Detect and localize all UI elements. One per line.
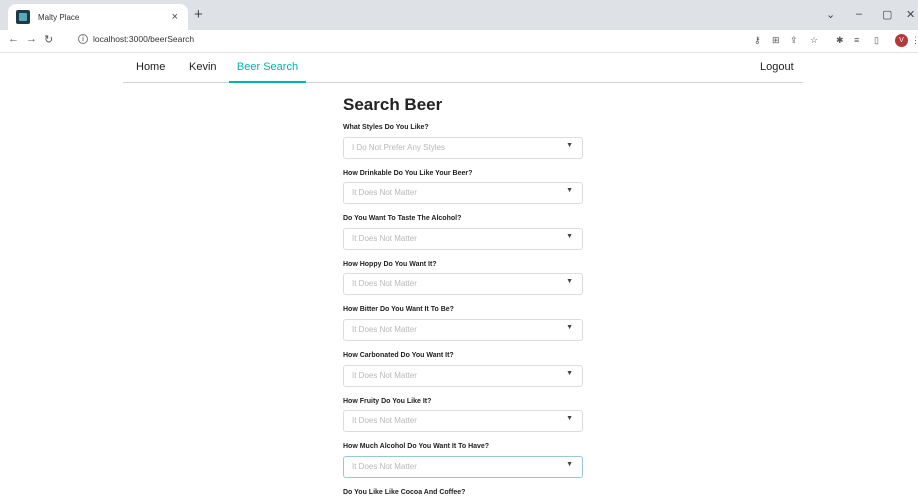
page-title: Search Beer	[343, 95, 443, 114]
dropdown-caret-icon: ▼	[566, 187, 573, 194]
dropdown-caret-icon: ▼	[566, 324, 573, 331]
question-label-alcohol-amount: How Much Alcohol Do You Want It To Have?	[343, 443, 490, 450]
select-placeholder: It Does Not Matter	[352, 325, 417, 334]
forward-icon[interactable]: →	[26, 33, 37, 45]
site-favicon-icon	[16, 10, 30, 24]
address-bar[interactable]: i localhost:3000/beerSearch	[78, 34, 194, 44]
select-placeholder: It Does Not Matter	[352, 279, 417, 288]
question-label-carbonated: How Carbonated Do You Want It?	[343, 352, 454, 359]
question-label-styles: What Styles Do You Like?	[343, 124, 429, 131]
close-window-icon[interactable]: ✕	[906, 8, 915, 21]
browser-tab[interactable]: Malty Place ×	[8, 4, 188, 30]
tab-close-icon[interactable]: ×	[172, 11, 178, 23]
alcohol-taste-select[interactable]: It Does Not Matter ▼	[343, 228, 583, 250]
dropdown-caret-icon: ▼	[566, 233, 573, 240]
info-icon[interactable]: i	[78, 34, 88, 44]
dropdown-caret-icon: ▼	[566, 415, 573, 422]
select-placeholder: It Does Not Matter	[352, 234, 417, 243]
drinkable-select[interactable]: It Does Not Matter ▼	[343, 182, 583, 204]
maximize-icon[interactable]: ▢	[882, 8, 892, 21]
question-label-cocoa-coffee: Do You Like Like Cocoa And Coffee?	[343, 489, 466, 496]
fruity-select[interactable]: It Does Not Matter ▼	[343, 410, 583, 432]
menu-icon[interactable]: ⋮	[911, 35, 918, 46]
dropdown-caret-icon: ▼	[566, 370, 573, 377]
select-placeholder: It Does Not Matter	[352, 371, 417, 380]
minimize-icon[interactable]: –	[856, 8, 862, 20]
select-placeholder: It Does Not Matter	[352, 462, 417, 471]
tab-search-icon[interactable]: ⌄	[826, 8, 835, 21]
styles-select[interactable]: I Do Not Prefer Any Styles ▼	[343, 137, 583, 159]
select-placeholder: I Do Not Prefer Any Styles	[352, 143, 445, 152]
nav-item-beer-search[interactable]: Beer Search	[229, 52, 306, 83]
question-label-drinkable: How Drinkable Do You Like Your Beer?	[343, 170, 473, 177]
browser-toolbar: ← → ↻ i localhost:3000/beerSearch ⚷ ⊞ ⇪ …	[0, 30, 918, 53]
tab-title: Malty Place	[38, 12, 80, 22]
question-label-fruity: How Fruity Do You Like It?	[343, 398, 432, 405]
extensions-icon[interactable]: ✱	[836, 35, 844, 46]
translate-icon[interactable]: ⊞	[772, 35, 780, 46]
question-label-bitter: How Bitter Do You Want It To Be?	[343, 306, 454, 313]
question-label-hoppy: How Hoppy Do You Want It?	[343, 261, 437, 268]
question-label-alcohol-taste: Do You Want To Taste The Alcohol?	[343, 215, 462, 222]
nav-item-home[interactable]: Home	[136, 52, 165, 82]
select-placeholder: It Does Not Matter	[352, 188, 417, 197]
dropdown-caret-icon: ▼	[566, 278, 573, 285]
app-navbar: Home Kevin Beer Search Logout	[123, 52, 803, 83]
reload-icon[interactable]: ↻	[44, 33, 53, 46]
dropdown-caret-icon: ▼	[566, 461, 573, 468]
new-tab-icon[interactable]: +	[194, 6, 203, 23]
back-icon[interactable]: ←	[8, 33, 19, 45]
bitter-select[interactable]: It Does Not Matter ▼	[343, 319, 583, 341]
reading-list-icon[interactable]: ≡	[854, 35, 859, 45]
browser-tab-strip: Malty Place × + ⌄ – ▢ ✕	[0, 0, 918, 30]
hoppy-select[interactable]: It Does Not Matter ▼	[343, 273, 583, 295]
select-placeholder: It Does Not Matter	[352, 416, 417, 425]
dropdown-caret-icon: ▼	[566, 142, 573, 149]
alcohol-amount-select[interactable]: It Does Not Matter ▼	[343, 456, 583, 478]
share-icon[interactable]: ⇪	[790, 35, 798, 46]
url-text: localhost:3000/beerSearch	[93, 34, 195, 44]
profile-avatar[interactable]: V	[895, 34, 908, 47]
star-icon[interactable]: ☆	[810, 35, 818, 46]
key-icon[interactable]: ⚷	[754, 35, 761, 46]
carbonated-select[interactable]: It Does Not Matter ▼	[343, 365, 583, 387]
logout-link[interactable]: Logout	[760, 52, 794, 82]
nav-item-kevin[interactable]: Kevin	[189, 52, 217, 82]
sidepanel-icon[interactable]: ▯	[874, 35, 879, 46]
